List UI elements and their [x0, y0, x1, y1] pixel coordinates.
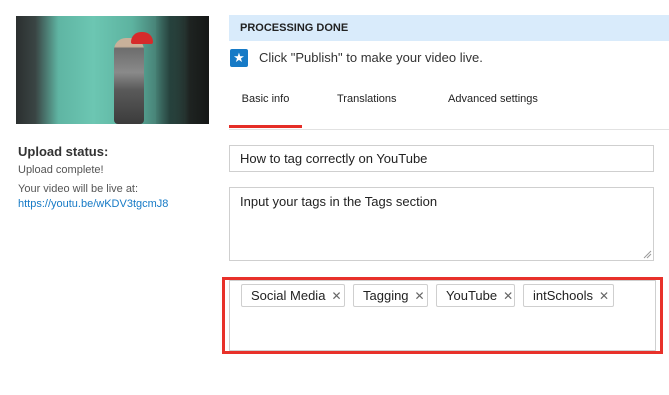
upload-status-title: Upload status: [18, 144, 109, 159]
tab-bar: Basic info Translations Advanced setting… [229, 89, 669, 130]
description-textarea[interactable]: Input your tags in the Tags section [229, 187, 654, 261]
processing-banner: PROCESSING DONE [229, 15, 669, 41]
title-input[interactable] [229, 145, 654, 172]
video-upload-page: Upload status: Upload complete! Your vid… [0, 0, 669, 395]
thumbnail-shadow [156, 16, 184, 124]
thumbnail-santa-hat [131, 32, 153, 44]
live-at-text: Your video will be live at: [18, 183, 139, 195]
tab-translations[interactable]: Translations [337, 89, 397, 127]
tab-advanced-settings[interactable]: Advanced settings [448, 89, 538, 127]
video-thumbnail[interactable] [16, 16, 209, 124]
resize-handle-icon[interactable] [643, 250, 652, 259]
thumbnail-person [114, 38, 144, 124]
publish-message: Click "Publish" to make your video live. [259, 50, 483, 65]
tab-basic-info[interactable]: Basic info [229, 89, 302, 127]
video-link[interactable]: https://youtu.be/wKDV3tgcmJ8 [18, 198, 168, 210]
tags-highlight-box [222, 277, 663, 354]
star-icon: ★ [230, 49, 248, 67]
upload-complete-text: Upload complete! [18, 164, 104, 176]
active-tab-indicator [229, 125, 302, 128]
